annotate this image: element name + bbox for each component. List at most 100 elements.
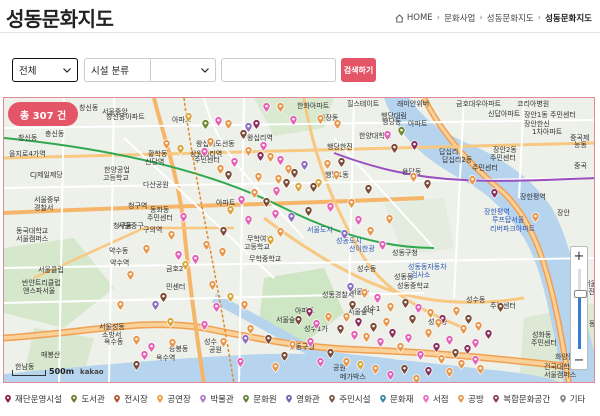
map-marker-icon[interactable] — [326, 198, 335, 213]
map-marker-icon[interactable] — [218, 243, 227, 258]
category-select[interactable]: 시설 분류 — [84, 58, 150, 82]
map-marker-icon[interactable] — [289, 111, 298, 126]
map-marker-icon[interactable] — [373, 289, 382, 304]
map-marker-icon[interactable] — [266, 231, 275, 246]
map-marker-icon[interactable] — [168, 334, 177, 349]
map-marker-icon[interactable] — [244, 142, 253, 157]
map-marker-icon[interactable] — [340, 225, 349, 240]
legend-item[interactable]: 문화재 — [379, 393, 413, 405]
map-marker-icon[interactable] — [272, 182, 281, 197]
legend-item[interactable]: 서점 — [422, 393, 449, 405]
map-marker-icon[interactable] — [342, 353, 351, 368]
map-marker-icon[interactable] — [167, 226, 176, 241]
legend-item[interactable]: 박물관 — [199, 393, 234, 405]
map-marker-icon[interactable] — [432, 338, 441, 353]
map-marker-icon[interactable] — [266, 148, 275, 163]
map-marker-icon[interactable] — [241, 330, 250, 345]
map-marker-icon[interactable] — [244, 211, 253, 226]
map-marker-icon[interactable] — [271, 358, 280, 373]
legend-item[interactable]: 기타 — [559, 393, 585, 405]
map-marker-icon[interactable] — [350, 326, 359, 341]
map-marker-icon[interactable] — [239, 125, 248, 140]
map-marker-icon[interactable] — [382, 313, 391, 328]
search-input[interactable] — [221, 58, 336, 82]
breadcrumb-culture-project[interactable]: 문화사업 — [444, 12, 475, 24]
map-marker-icon[interactable] — [201, 115, 210, 130]
map-marker-icon[interactable] — [412, 370, 421, 382]
map-marker-icon[interactable] — [132, 331, 141, 346]
map-marker-icon[interactable] — [282, 174, 291, 189]
map-marker-icon[interactable] — [388, 324, 397, 339]
map-marker-icon[interactable] — [184, 108, 193, 123]
map-marker-icon[interactable] — [316, 110, 325, 125]
map-marker-icon[interactable] — [386, 298, 395, 313]
map-marker-icon[interactable] — [126, 266, 135, 281]
map-marker-icon[interactable] — [132, 356, 141, 371]
map-marker-icon[interactable] — [424, 362, 433, 377]
map-marker-icon[interactable] — [423, 175, 432, 190]
map-marker-icon[interactable] — [385, 210, 394, 225]
legend-item[interactable]: 복합문화공간 — [492, 393, 550, 405]
map-marker-icon[interactable] — [451, 344, 460, 359]
map-marker-icon[interactable] — [531, 208, 540, 223]
map-marker-icon[interactable] — [236, 353, 245, 368]
map-marker-icon[interactable] — [271, 205, 280, 220]
map-marker-icon[interactable] — [264, 330, 273, 345]
map-marker-icon[interactable] — [316, 353, 325, 368]
zoom-in-button[interactable]: + — [571, 247, 587, 265]
map-marker-icon[interactable] — [383, 126, 392, 141]
map-marker-icon[interactable] — [250, 184, 259, 199]
map-marker-icon[interactable] — [326, 344, 335, 359]
map-marker-icon[interactable] — [333, 115, 342, 130]
map-marker-icon[interactable] — [224, 115, 233, 130]
map-marker-icon[interactable] — [276, 98, 285, 113]
map-marker-icon[interactable] — [496, 298, 505, 313]
map-marker-icon[interactable] — [332, 166, 341, 181]
map-marker-icon[interactable] — [237, 191, 246, 206]
map-marker-icon[interactable] — [176, 140, 185, 155]
map-marker-icon[interactable] — [459, 320, 468, 335]
map-marker-icon[interactable] — [288, 336, 297, 351]
map-marker-icon[interactable] — [437, 350, 446, 365]
map-marker-icon[interactable] — [287, 208, 296, 223]
map-marker-icon[interactable] — [401, 294, 410, 309]
map-marker-icon[interactable] — [471, 334, 480, 349]
map-marker-icon[interactable] — [306, 333, 315, 348]
breadcrumb-home[interactable]: HOME — [407, 13, 433, 23]
legend-item[interactable]: 공연장 — [156, 393, 191, 405]
region-select[interactable]: 전체 — [12, 58, 78, 82]
map-marker-icon[interactable] — [369, 318, 378, 333]
map-marker-icon[interactable] — [404, 329, 413, 344]
map-marker-icon[interactable] — [300, 156, 309, 171]
map-marker-icon[interactable] — [346, 278, 355, 293]
map-marker-icon[interactable] — [474, 317, 483, 332]
map-marker-icon[interactable] — [159, 288, 168, 303]
map-marker-icon[interactable] — [371, 360, 380, 375]
map-marker-icon[interactable] — [468, 171, 477, 186]
map-marker-icon[interactable] — [397, 122, 406, 137]
map-marker-icon[interactable] — [347, 194, 356, 209]
map-marker-icon[interactable] — [476, 360, 485, 375]
map-marker-icon[interactable] — [259, 137, 268, 152]
map-marker-icon[interactable] — [212, 298, 221, 313]
map-marker-icon[interactable] — [364, 180, 373, 195]
legend-item[interactable]: 재단운영시설 — [4, 393, 62, 405]
map-marker-icon[interactable] — [181, 256, 190, 271]
map-marker-icon[interactable] — [254, 168, 263, 183]
map-marker-icon[interactable] — [147, 338, 156, 353]
map-marker-icon[interactable] — [179, 208, 188, 223]
map-marker-icon[interactable] — [202, 236, 211, 251]
map-marker-icon[interactable] — [457, 355, 466, 370]
legend-item[interactable]: 주민시설 — [328, 393, 371, 405]
map-marker-icon[interactable] — [240, 296, 249, 311]
breadcrumb-culture-map[interactable]: 성동문화지도 — [487, 12, 534, 24]
map-marker-icon[interactable] — [354, 313, 363, 328]
map-marker-icon[interactable] — [378, 236, 387, 251]
map-marker-icon[interactable] — [445, 331, 454, 346]
map-marker-icon[interactable] — [312, 315, 321, 330]
map-marker-icon[interactable] — [360, 284, 369, 299]
map-marker-icon[interactable] — [348, 296, 357, 311]
map-marker-icon[interactable] — [409, 168, 418, 183]
map-marker-icon[interactable] — [324, 308, 333, 323]
legend-item[interactable]: 공방 — [457, 393, 484, 405]
